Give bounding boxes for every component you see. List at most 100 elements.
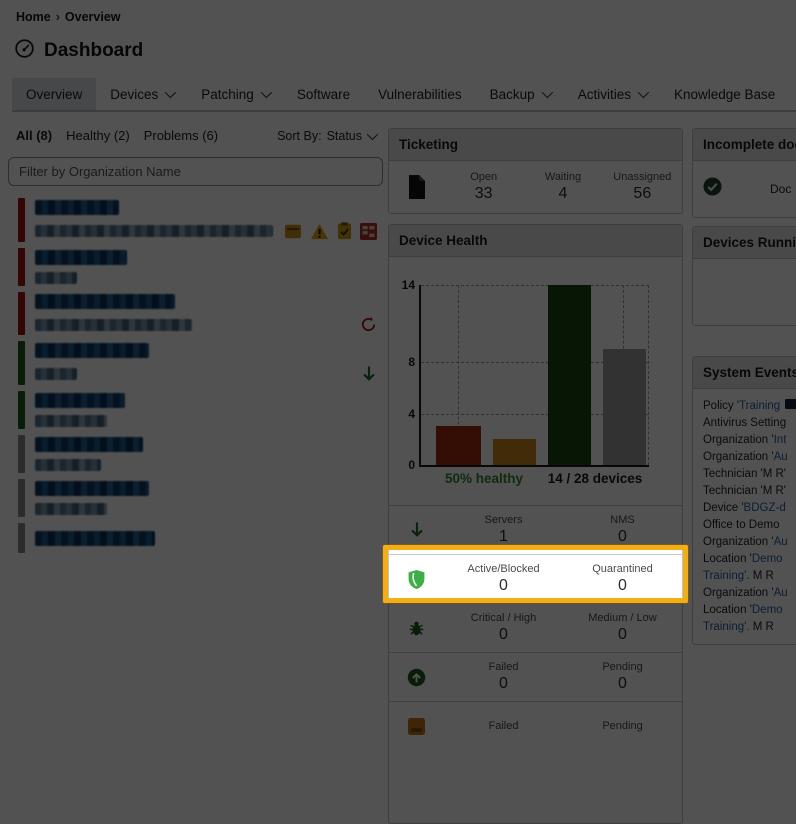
event-link[interactable]: BDGZ-d [744, 502, 786, 514]
org-subtitle-redacted [35, 459, 101, 471]
org-item-body [25, 479, 383, 517]
system-event-12: Organization 'Au [703, 585, 796, 602]
stat-label: Failed [444, 661, 563, 674]
refresh-icon[interactable] [360, 316, 377, 333]
redacted-text [785, 399, 796, 409]
event-link[interactable]: Training'. [703, 570, 750, 582]
stat-unassigned[interactable]: Unassigned56 [603, 171, 682, 203]
sort-by: Sort By: Status [277, 129, 375, 143]
down-arrow-icon[interactable] [361, 365, 377, 383]
upload-circle-icon [407, 668, 426, 687]
org-list-item-1[interactable] [18, 198, 383, 242]
stat-nms[interactable]: NMS0 [563, 514, 682, 546]
org-status-icons [360, 316, 383, 333]
breadcrumb-home-link[interactable]: Home [16, 10, 51, 24]
tab-vulnerabilities[interactable]: Vulnerabilities [364, 78, 476, 110]
box-icon[interactable] [284, 223, 302, 240]
event-text: Organization ' [703, 434, 774, 446]
org-name-redacted[interactable] [35, 200, 119, 215]
tab-activities[interactable]: Activities [564, 78, 660, 110]
stat-open[interactable]: Open33 [444, 171, 523, 203]
org-name-redacted[interactable] [35, 294, 175, 309]
event-link[interactable]: Au [774, 587, 788, 599]
org-name-redacted[interactable] [35, 250, 127, 265]
tab-knowledge-base[interactable]: Knowledge Base [660, 78, 789, 110]
organization-panel: All (8) Healthy (2) Problems (6) Sort By… [8, 120, 383, 559]
tab-label: Vulnerabilities [378, 87, 462, 102]
stat-pending[interactable]: Pending0 [563, 661, 682, 693]
event-link[interactable]: Int [774, 434, 787, 446]
org-list-item-3[interactable] [18, 292, 383, 335]
stat-label: Open [444, 171, 523, 184]
event-text: Antivirus Setting [703, 417, 786, 429]
incomplete-docs-label[interactable]: Doc [770, 182, 791, 196]
stat-value: 0 [563, 576, 682, 595]
system-events-panel: System Events Policy 'Training Antivirus… [692, 356, 796, 645]
ticketing-stats-row: Open33Waiting4Unassigned56 [389, 161, 682, 213]
clipboard-icon[interactable] [337, 222, 352, 240]
stat-value: 0 [563, 527, 682, 546]
org-status-bar-problem [18, 198, 25, 242]
event-link[interactable]: Au [774, 451, 788, 463]
event-link[interactable]: Training'. [703, 621, 750, 633]
system-event-7: Device 'BDGZ-d [703, 500, 796, 517]
stat-servers[interactable]: Servers1 [444, 514, 563, 546]
org-status-bar-problem [18, 292, 25, 335]
org-name-redacted[interactable] [35, 393, 125, 408]
device-health-chart: 0481450% healthy14 / 28 devices [389, 257, 682, 505]
stat-pending[interactable]: Pending [563, 720, 682, 733]
org-list-item-8[interactable] [18, 523, 383, 553]
org-status-bar-unknown [18, 479, 25, 517]
sort-by-dropdown[interactable]: Status [327, 129, 375, 143]
stat-quarantined[interactable]: Quarantined0 [563, 563, 682, 595]
filter-healthy[interactable]: Healthy (2) [66, 128, 130, 143]
filter-problems[interactable]: Problems (6) [144, 128, 218, 143]
stat-waiting[interactable]: Waiting4 [523, 171, 602, 203]
event-text: Device ' [703, 502, 744, 514]
chevron-down-icon [367, 128, 378, 139]
system-event-4: Organization 'Au [703, 449, 796, 466]
tab-backup[interactable]: Backup [476, 78, 564, 110]
tab-overview[interactable]: Overview [12, 78, 96, 110]
event-link[interactable]: Demo [752, 604, 783, 616]
stat-active-blocked[interactable]: Active/Blocked0 [444, 563, 563, 595]
org-list-item-6[interactable] [18, 435, 383, 473]
event-link[interactable]: Demo [752, 553, 783, 565]
system-event-1: Policy 'Training [703, 398, 796, 415]
tab-patching[interactable]: Patching [187, 78, 283, 110]
stat-label: NMS [563, 514, 682, 527]
org-list-item-7[interactable] [18, 479, 383, 517]
breadcrumb: Home›Overview [16, 10, 121, 24]
incomplete-docs-header: Incomplete doc [693, 129, 796, 161]
page-title: Dashboard [44, 40, 143, 62]
org-filter-input[interactable] [8, 157, 383, 186]
org-subtitle-row [35, 272, 383, 284]
org-subtitle-redacted [35, 368, 77, 380]
stat-failed[interactable]: Failed0 [444, 661, 563, 693]
stat-medium-low[interactable]: Medium / Low0 [563, 612, 682, 644]
stat-failed[interactable]: Failed [444, 720, 563, 733]
stat-critical-high[interactable]: Critical / High0 [444, 612, 563, 644]
org-list-item-4[interactable] [18, 341, 383, 385]
event-link[interactable]: Training [739, 400, 783, 412]
org-list-item-5[interactable] [18, 391, 383, 429]
device-health-row-4: Failed0Pending0 [389, 652, 682, 701]
org-name-redacted[interactable] [35, 343, 149, 358]
device-health-row-1: Servers1NMS0 [389, 505, 682, 554]
system-event-6: Technician 'M R' [703, 483, 796, 500]
filter-all[interactable]: All (8) [16, 128, 52, 143]
warning-icon[interactable] [310, 223, 329, 240]
bug-icon [407, 619, 426, 637]
org-name-redacted[interactable] [35, 531, 155, 546]
org-name-redacted[interactable] [35, 437, 143, 452]
org-subtitle-row [35, 365, 383, 383]
patch-grid-icon[interactable] [360, 223, 377, 240]
tab-software[interactable]: Software [283, 78, 364, 110]
event-link[interactable]: Au [774, 536, 788, 548]
org-list-item-2[interactable] [18, 248, 383, 286]
tab-label: Software [297, 87, 350, 102]
system-events-header: System Events [693, 357, 796, 389]
event-text: Organization ' [703, 451, 774, 463]
tab-devices[interactable]: Devices [96, 78, 187, 110]
org-name-redacted[interactable] [35, 481, 149, 496]
